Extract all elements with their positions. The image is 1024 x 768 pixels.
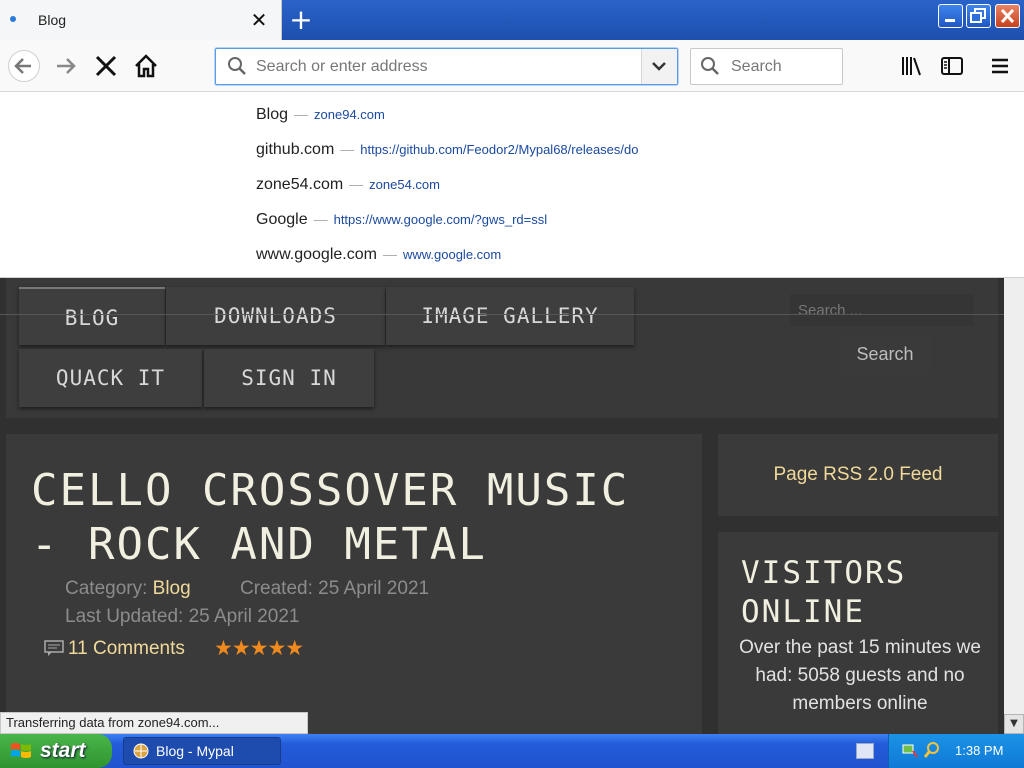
search-icon <box>228 57 246 75</box>
suggestion-title: github.com <box>256 141 335 158</box>
close-window-button[interactable] <box>995 4 1020 28</box>
page-content: BLOG DOWNLOADS IMAGE GALLERY QUACK IT SI… <box>0 278 1024 734</box>
article: CELLO CROSSOVER MUSIC - ROCK AND METAL C… <box>6 434 702 734</box>
site-navigation: BLOG DOWNLOADS IMAGE GALLERY QUACK IT SI… <box>6 278 998 418</box>
browser-app-icon <box>133 743 149 759</box>
minimize-icon <box>945 19 955 22</box>
search-icon <box>701 57 719 75</box>
chevron-down-icon <box>652 62 666 71</box>
home-icon <box>135 54 157 78</box>
back-button[interactable] <box>8 50 40 82</box>
suggestion-item[interactable]: Google — https://www.google.com/?gws_rd=ss… <box>256 211 672 235</box>
status-bar: Transferring data from zone94.com... <box>0 712 308 734</box>
comments-link[interactable]: 11 Comments <box>44 638 185 660</box>
address-bar[interactable] <box>215 48 678 85</box>
suggestion-url: zone94.com <box>314 107 385 122</box>
nav-toolbar <box>0 40 1024 92</box>
rss-feed-link[interactable]: Page RSS 2.0 Feed <box>718 434 998 516</box>
divider <box>0 314 1024 315</box>
sidebar-icon[interactable] <box>938 52 966 80</box>
tab-blog[interactable]: Blog ✕ <box>0 0 282 40</box>
tab-strip: Blog ✕ + <box>0 0 1024 40</box>
article-created: Created: 25 April 2021 <box>240 578 430 599</box>
search-bar[interactable] <box>690 48 843 85</box>
forward-arrow-icon <box>57 58 76 74</box>
suggestion-title: Google <box>256 211 308 228</box>
suggestion-url: www.google.com <box>402 247 502 262</box>
menu-item-image-gallery[interactable]: IMAGE GALLERY <box>386 287 634 345</box>
tab-title: Blog <box>38 12 67 28</box>
scroll-down-button[interactable]: ▼ <box>1004 714 1024 734</box>
start-button[interactable]: start <box>0 734 112 768</box>
category-label: Category: <box>65 578 148 599</box>
suggestion-url: https://github.com/Feodor2/Mypal68/relea… <box>360 142 639 157</box>
close-tab-icon[interactable]: ✕ <box>248 9 270 31</box>
visitors-text: Over the past 15 minutes we had: 5058 gu… <box>739 637 981 714</box>
separator: — <box>340 141 355 157</box>
keyboard-icon[interactable] <box>856 743 874 759</box>
site-search-input[interactable] <box>790 294 974 326</box>
network-icon[interactable] <box>901 741 919 759</box>
minimize-button[interactable] <box>938 4 963 28</box>
suggestion-title: www.google.com <box>256 246 377 263</box>
stop-button[interactable] <box>90 50 122 82</box>
search-input[interactable] <box>731 55 836 79</box>
suggestion-item[interactable]: www.google.com — www.google.com <box>256 246 672 270</box>
comments-count: 11 Comments <box>68 638 185 659</box>
forward-button[interactable] <box>50 50 82 82</box>
article-category: Category: Blog <box>65 578 191 600</box>
separator: — <box>313 211 328 227</box>
clock: 1:38 PM <box>955 743 1004 758</box>
suggestion-title: Blog <box>256 106 289 123</box>
suggestion-title: zone54.com <box>256 176 344 193</box>
search-tray-icon[interactable] <box>923 741 941 759</box>
address-input[interactable] <box>256 55 636 79</box>
menu-item-downloads[interactable]: DOWNLOADS <box>166 287 385 345</box>
screen: Blog ✕ + Search or enter address Search … <box>0 0 1024 768</box>
taskbar-app-label: Blog - Mypal <box>156 743 234 759</box>
category-link[interactable]: Blog <box>153 578 191 599</box>
menu-item-quack-it[interactable]: QUACK IT <box>19 349 202 407</box>
favicon-icon <box>10 16 16 22</box>
menu-item-blog[interactable]: BLOG <box>19 287 165 345</box>
restore-button[interactable] <box>966 4 991 28</box>
library-icon[interactable] <box>898 52 926 80</box>
page-scrollbar[interactable] <box>1004 278 1024 734</box>
restore-icon <box>970 8 986 23</box>
start-label: start <box>40 739 86 762</box>
rating-stars[interactable]: ★★★★★ <box>214 636 304 660</box>
suggestion-item[interactable]: github.com — https://github.com/Feodor2/My… <box>256 141 672 165</box>
close-icon <box>1000 8 1015 24</box>
new-tab-button[interactable]: + <box>288 6 314 34</box>
stop-icon <box>95 55 117 77</box>
suggestion-url: zone54.com <box>369 177 440 192</box>
home-button[interactable] <box>130 50 162 82</box>
taskbar: start Blog - Mypal 1:38 PM <box>0 734 1024 768</box>
comment-icon <box>44 640 64 656</box>
address-suggestions: Blog — zone94.com github.com — https://githu… <box>0 92 1024 278</box>
article-title: CELLO CROSSOVER MUSIC - ROCK AND METAL <box>31 465 630 570</box>
system-tray: 1:38 PM <box>888 734 1024 768</box>
separator: — <box>349 176 364 192</box>
site-search-button[interactable]: Search <box>839 334 931 374</box>
menu-item-sign-in[interactable]: SIGN IN <box>204 349 374 407</box>
visitors-online-module: VISITORS ONLINE Over the past 15 minutes… <box>718 532 998 734</box>
taskbar-app-button[interactable]: Blog - Mypal <box>123 737 281 765</box>
separator: — <box>294 106 309 122</box>
windows-flag-icon <box>11 743 31 758</box>
visitors-title: VISITORS ONLINE <box>741 555 907 630</box>
separator: — <box>382 246 397 262</box>
suggestion-item[interactable]: Blog — zone94.com <box>256 106 672 130</box>
history-dropdown-button[interactable] <box>641 49 677 84</box>
back-arrow-icon <box>14 58 31 74</box>
suggestion-item[interactable]: zone54.com — zone54.com <box>256 176 672 200</box>
article-updated: Last Updated: 25 April 2021 <box>65 606 300 627</box>
suggestion-url: https://www.google.com/?gws_rd=ssl <box>333 212 548 227</box>
hamburger-menu-icon[interactable] <box>986 52 1014 80</box>
